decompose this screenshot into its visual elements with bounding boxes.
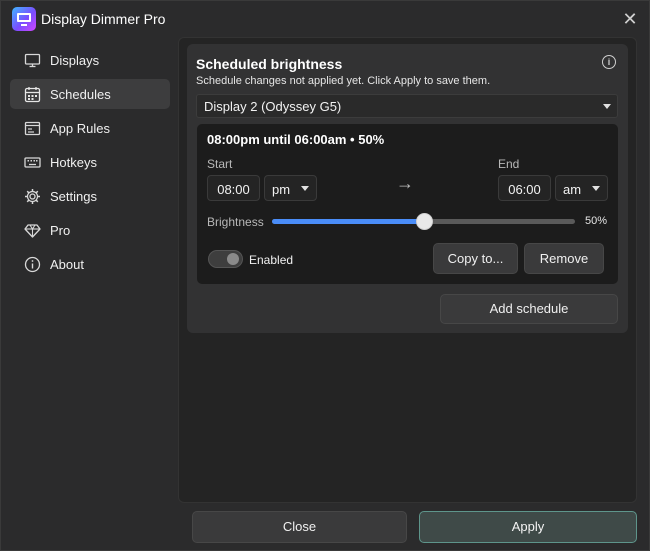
calendar-icon bbox=[24, 86, 41, 103]
sidebar-item-label: App Rules bbox=[50, 121, 110, 136]
gear-icon bbox=[24, 188, 41, 205]
card-title: Scheduled brightness bbox=[196, 56, 343, 72]
enabled-toggle[interactable] bbox=[208, 250, 243, 268]
start-period-value: pm bbox=[272, 182, 291, 197]
sidebar-item-displays[interactable]: Displays bbox=[10, 45, 170, 75]
title-bar: Display Dimmer Pro ✕ bbox=[1, 1, 650, 37]
sidebar-item-label: Schedules bbox=[50, 87, 111, 102]
apply-button[interactable]: Apply bbox=[419, 511, 637, 543]
remove-button[interactable]: Remove bbox=[524, 243, 604, 274]
start-time-input[interactable]: 08:00 bbox=[207, 175, 260, 201]
chevron-down-icon bbox=[592, 186, 600, 191]
monitor-icon bbox=[24, 52, 41, 69]
toggle-knob bbox=[227, 253, 239, 265]
end-label: End bbox=[498, 157, 520, 171]
info-icon[interactable]: i bbox=[602, 55, 616, 69]
copy-to-button[interactable]: Copy to... bbox=[433, 243, 518, 274]
sidebar-item-label: Hotkeys bbox=[50, 155, 97, 170]
add-schedule-button[interactable]: Add schedule bbox=[440, 294, 618, 324]
end-time-value: 06:00 bbox=[508, 182, 541, 197]
app-logo-icon bbox=[12, 7, 36, 31]
chevron-down-icon bbox=[301, 186, 309, 191]
start-time-value: 08:00 bbox=[217, 182, 250, 197]
window-title: Display Dimmer Pro bbox=[41, 11, 166, 27]
end-time-input[interactable]: 06:00 bbox=[498, 175, 551, 201]
sidebar-item-label: Pro bbox=[50, 223, 71, 238]
end-period-value: am bbox=[563, 182, 582, 197]
sidebar-item-settings[interactable]: Settings bbox=[10, 181, 170, 211]
sidebar-item-hotkeys[interactable]: Hotkeys bbox=[10, 147, 170, 177]
start-period-select[interactable]: pm bbox=[264, 175, 317, 201]
close-window-button[interactable]: ✕ bbox=[620, 9, 640, 29]
unsaved-changes-notice: Schedule changes not applied yet. Click … bbox=[196, 75, 491, 87]
end-period-select[interactable]: am bbox=[555, 175, 608, 201]
brightness-label: Brightness bbox=[207, 215, 264, 229]
start-label: Start bbox=[207, 157, 233, 171]
info-icon bbox=[24, 256, 41, 273]
sidebar-item-app-rules[interactable]: App Rules bbox=[10, 113, 170, 143]
sidebar-item-label: Settings bbox=[50, 189, 97, 204]
arrow-right-icon: → bbox=[396, 173, 414, 193]
sidebar-item-pro[interactable]: Pro bbox=[10, 215, 170, 245]
brightness-slider-fill bbox=[272, 219, 424, 224]
chevron-down-icon bbox=[603, 104, 611, 109]
sidebar-item-label: About bbox=[50, 257, 84, 272]
enabled-label: Enabled bbox=[249, 253, 294, 267]
app-window: Display Dimmer Pro ✕ Displays Schedules … bbox=[0, 0, 650, 551]
close-button[interactable]: Close bbox=[192, 511, 407, 543]
sidebar-item-label: Displays bbox=[50, 53, 100, 68]
diamond-icon bbox=[24, 222, 41, 239]
display-select-value: Display 2 (Odyssey G5) bbox=[204, 99, 342, 114]
sidebar-item-schedules[interactable]: Schedules bbox=[10, 79, 170, 109]
keyboard-icon bbox=[24, 154, 41, 171]
brightness-slider-thumb[interactable] bbox=[415, 213, 433, 230]
brightness-value: 50% bbox=[585, 215, 608, 227]
app-rules-icon bbox=[24, 120, 41, 137]
display-select[interactable]: Display 2 (Odyssey G5) bbox=[196, 94, 618, 118]
brightness-slider[interactable] bbox=[272, 213, 575, 230]
schedule-summary: 08:00pm until 06:00am • 50% bbox=[207, 132, 385, 147]
sidebar-item-about[interactable]: About bbox=[10, 249, 170, 279]
